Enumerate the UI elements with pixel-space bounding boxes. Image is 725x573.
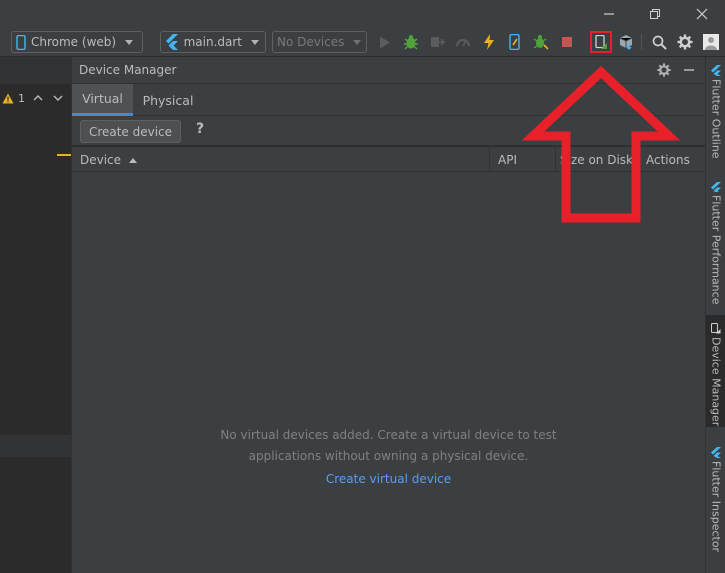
chevron-down-icon [125,39,134,45]
tool-tab-label: Device Manager [709,337,723,427]
create-device-label: Create device [88,124,173,139]
device-manager-header: Device Manager [72,57,705,84]
debug-attach-button[interactable] [532,33,550,51]
empty-state-line-1: No virtual devices added. Create a virtu… [220,428,557,442]
warning-stripe [57,154,71,156]
editor-header-strip [0,57,71,84]
stop-button[interactable] [558,33,576,51]
chevron-up-icon [33,95,43,101]
column-actions-label: Actions [646,152,690,167]
flutter-icon [711,447,721,458]
column-device[interactable]: Device [72,147,490,171]
minimize-icon [684,69,694,71]
sdk-box-icon [619,35,633,50]
device-selector-label: No Devices [277,35,345,49]
hot-reload-button[interactable] [480,33,498,51]
warning-icon [2,93,14,104]
column-device-label: Device [80,152,122,167]
editor-gutter: 1 [0,57,72,573]
bug-reload-icon [533,35,549,50]
profile-button[interactable] [454,33,472,51]
account-button[interactable] [702,33,720,51]
hot-restart-button[interactable] [506,33,524,51]
avatar-icon [703,34,719,50]
attach-debugger-button[interactable] [428,33,446,51]
minimize-button[interactable] [586,0,632,28]
device-tabs: Virtual Physical [72,84,705,116]
flutter-icon [711,182,721,192]
device-table-body: No virtual devices added. Create a virtu… [72,172,705,573]
panel-title: Device Manager [79,63,177,77]
lightning-icon [484,34,494,50]
tool-tab-flutter-outline[interactable]: Flutter Outline [706,65,725,171]
debug-button[interactable] [402,33,420,51]
close-icon [696,8,708,20]
tab-physical-label: Physical [142,92,194,108]
chevron-down-icon [353,39,362,45]
target-device-selector[interactable]: Chrome (web) [11,31,143,53]
minimize-icon [604,13,614,15]
tool-tab-flutter-inspector[interactable]: Flutter Inspector [706,447,725,557]
restore-icon [650,9,660,19]
device-table-header: Device API Size on Disk Actions [72,147,705,172]
window-title-bar [0,0,725,28]
tab-physical[interactable]: Physical [133,84,203,116]
device-manager-icon [594,34,607,49]
tool-tab-label: Flutter Inspector [709,461,723,553]
device-selector[interactable]: No Devices [272,31,367,53]
column-api-label: API [498,152,517,167]
phone-icon [16,34,26,50]
sdk-manager-button[interactable] [617,33,635,51]
tool-tab-device-manager[interactable]: Device Manager [706,315,725,427]
settings-button[interactable] [676,33,694,51]
column-size-on-disk-label: Size on Disk [560,152,633,167]
create-virtual-device-link[interactable]: Create virtual device [72,472,705,486]
warning-count: 1 [18,92,25,105]
stop-icon [562,37,572,47]
tool-tab-label: Flutter Outline [709,79,723,159]
gear-icon [657,63,671,77]
gear-icon [677,34,693,50]
chevron-down-icon [251,39,259,45]
chevron-down-icon [53,95,63,101]
play-icon [380,36,390,48]
column-actions[interactable]: Actions [638,147,705,171]
close-window-button[interactable] [679,0,725,28]
right-tool-window-bar: Flutter Outline Flutter Performance Devi… [705,57,725,573]
tool-tab-label: Flutter Performance [709,194,723,304]
attach-icon [431,37,445,47]
help-button[interactable]: ? [196,121,204,137]
inspection-widget[interactable]: 1 [2,92,25,105]
restart-device-icon [509,34,520,50]
run-config-selector[interactable]: main.dart [160,31,266,53]
hide-panel-button[interactable] [682,63,696,80]
sort-ascending-icon [129,157,138,163]
toolbar-separator [641,34,642,50]
device-manager-button[interactable] [590,31,612,53]
column-api[interactable]: API [490,147,556,171]
flutter-icon [711,65,721,76]
gauge-icon [456,39,470,47]
search-icon [652,35,667,50]
run-button[interactable] [376,33,394,51]
flutter-icon [166,34,178,50]
device-manager-icon [711,323,721,334]
bug-icon [404,35,418,50]
previous-highlight-button[interactable] [33,92,43,106]
create-device-button[interactable]: Create device [80,120,181,143]
run-config-label: main.dart [183,35,242,49]
device-actions-bar: Create device ? [72,116,705,146]
column-size-on-disk[interactable]: Size on Disk [556,147,638,171]
tool-tab-flutter-performance[interactable]: Flutter Performance [706,182,725,304]
search-button[interactable] [650,33,668,51]
next-highlight-button[interactable] [53,92,63,106]
editor-caret-row [0,435,71,457]
restore-button[interactable] [632,0,678,28]
target-device-label: Chrome (web) [31,35,117,49]
tab-virtual[interactable]: Virtual [72,84,133,116]
empty-state-line-2: applications without owning a physical d… [248,449,529,463]
panel-settings-button[interactable] [657,63,671,80]
tab-virtual-label: Virtual [82,91,123,106]
main-toolbar: Chrome (web) main.dart No Devices [0,28,725,57]
